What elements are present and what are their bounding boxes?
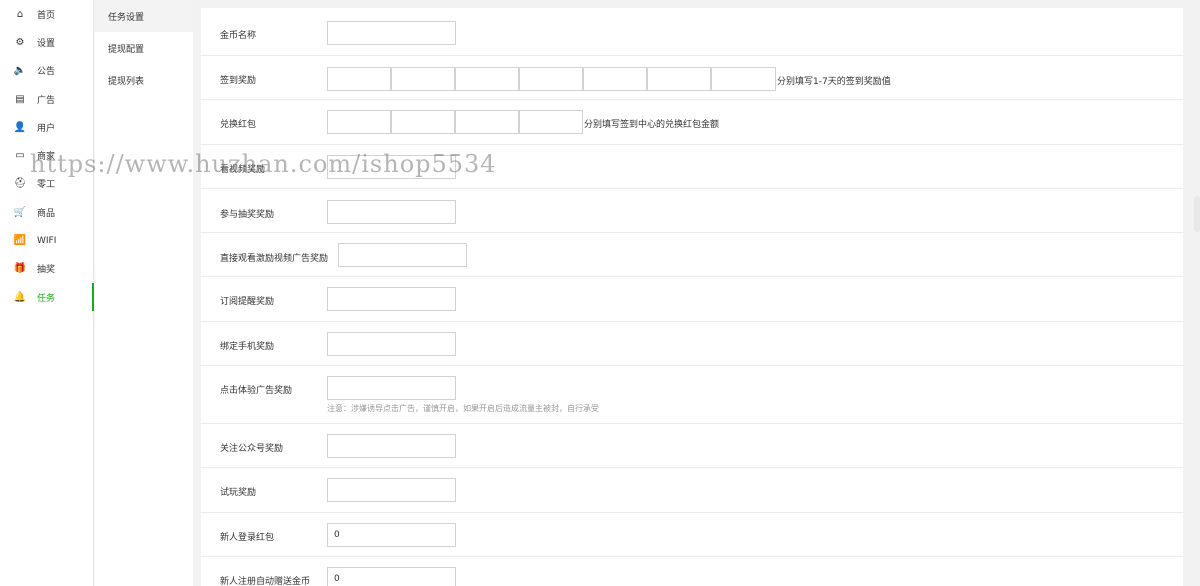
- store-icon: ▭: [15, 150, 25, 162]
- gear-icon: ⚙: [15, 36, 25, 48]
- redpack-1-input[interactable]: [327, 110, 391, 134]
- form-row-coin-name: 金币名称: [201, 8, 1183, 56]
- bind-phone-reward-input[interactable]: [327, 332, 456, 356]
- speaker-icon: 🔈: [13, 65, 27, 77]
- subnav-withdraw-list[interactable]: 提现列表: [95, 64, 193, 96]
- redpack-3-input[interactable]: [455, 110, 519, 134]
- form-row-lottery: 参与抽奖奖励: [201, 189, 1183, 233]
- new-register-coins-label: 新人注册自动赠送金币: [220, 577, 311, 586]
- trial-reward-input[interactable]: [327, 478, 456, 502]
- sidebar-item-home[interactable]: ⌂ 首页: [0, 0, 93, 28]
- coin-name-label: 金币名称: [220, 31, 257, 41]
- sidebar-item-ads[interactable]: ▤ 广告: [0, 85, 93, 113]
- form-row-subscribe: 订阅提醒奖励: [201, 277, 1183, 322]
- subnav-withdraw-config[interactable]: 提现配置: [95, 32, 193, 64]
- redpack-4-input[interactable]: [519, 110, 583, 134]
- signin-day2-input[interactable]: [391, 67, 455, 91]
- sidebar-item-label: WIFI: [37, 235, 57, 246]
- sidebar-item-label: 商品: [37, 208, 56, 219]
- sidebar-item-label: 商家: [37, 152, 56, 163]
- form-row-video-ad: 直接观看激励视频广告奖励: [201, 233, 1183, 277]
- sidebar-item-products[interactable]: 🛒 商品: [0, 198, 93, 226]
- subscribe-reward-label: 订阅提醒奖励: [220, 297, 275, 307]
- follow-mp-reward-label: 关注公众号奖励: [220, 444, 284, 454]
- sidebar-item-lottery[interactable]: 🎁 抽奖: [0, 255, 93, 283]
- sidebar-item-gig[interactable]: ⛑ 零工: [0, 170, 93, 198]
- app: ⌂ 首页 ⚙ 设置 🔈 公告 ▤ 广告 👤 用户 ▭ 商家 ⛑ 零工 🛒 商品 …: [0, 0, 1200, 586]
- click-ad-warning: 注意：涉嫌诱导点击广告，谨慎开启，如果开启后造成流量主被封，自行承受: [327, 404, 599, 413]
- main-sidebar: ⌂ 首页 ⚙ 设置 🔈 公告 ▤ 广告 👤 用户 ▭ 商家 ⛑ 零工 🛒 商品 …: [0, 0, 94, 586]
- signin-day6-input[interactable]: [647, 67, 711, 91]
- new-register-coins-input[interactable]: 0: [327, 567, 456, 586]
- redpack-hint: 分别填写签到中心的兑换红包金额: [584, 120, 720, 130]
- form-row-new-login: 新人登录红包 0: [201, 513, 1183, 557]
- home-icon: ⌂: [16, 8, 24, 20]
- signin-day1-input[interactable]: [327, 67, 391, 91]
- sidebar-item-label: 公告: [37, 67, 56, 78]
- sub-sidebar: 任务设置 提现配置 提现列表: [95, 0, 193, 586]
- sidebar-item-wifi[interactable]: 📶 WIFI: [0, 226, 93, 254]
- form-row-bind-phone: 绑定手机奖励: [201, 322, 1183, 366]
- sidebar-item-merchants[interactable]: ▭ 商家: [0, 141, 93, 169]
- task-settings-form: 金币名称 签到奖励 分别填写1-7天的签到奖励值 兑换红包 分别填写签到中心的兑…: [201, 8, 1183, 586]
- sidebar-item-label: 零工: [37, 180, 56, 191]
- worker-icon: ⛑: [13, 178, 27, 190]
- form-row-trial: 试玩奖励: [201, 468, 1183, 513]
- coin-name-input[interactable]: [327, 21, 456, 45]
- trial-reward-label: 试玩奖励: [220, 488, 257, 498]
- video-reward-label: 看视频奖励: [220, 165, 266, 175]
- subnav-task-settings[interactable]: 任务设置: [95, 0, 193, 32]
- user-icon: 👤: [13, 121, 27, 133]
- signin-day4-input[interactable]: [519, 67, 583, 91]
- lottery-reward-input[interactable]: [327, 200, 456, 224]
- subscribe-reward-input[interactable]: [327, 287, 456, 311]
- sidebar-item-label: 用户: [37, 123, 56, 134]
- sidebar-item-label: 首页: [37, 10, 56, 21]
- form-row-video: 看视频奖励: [201, 145, 1183, 189]
- cart-icon: 🛒: [13, 206, 27, 218]
- sidebar-item-users[interactable]: 👤 用户: [0, 113, 93, 141]
- document-icon: ▤: [15, 93, 25, 105]
- bind-phone-reward-label: 绑定手机奖励: [220, 342, 275, 352]
- signin-day5-input[interactable]: [583, 67, 647, 91]
- signin-label: 签到奖励: [220, 76, 257, 86]
- new-login-redpack-input[interactable]: 0: [327, 523, 456, 547]
- redpack-2-input[interactable]: [391, 110, 455, 134]
- bell-icon: 🔔: [13, 291, 27, 303]
- form-row-signin: 签到奖励 分别填写1-7天的签到奖励值: [201, 56, 1183, 100]
- click-ad-reward-input[interactable]: [327, 376, 456, 400]
- sidebar-item-notice[interactable]: 🔈 公告: [0, 57, 93, 85]
- signin-hint: 分别填写1-7天的签到奖励值: [777, 77, 891, 87]
- video-reward-input[interactable]: [327, 155, 456, 179]
- sidebar-item-settings[interactable]: ⚙ 设置: [0, 28, 93, 56]
- form-row-follow-mp: 关注公众号奖励: [201, 424, 1183, 468]
- signin-day7-input[interactable]: [711, 67, 776, 91]
- sidebar-item-label: 广告: [37, 95, 56, 106]
- sidebar-item-label: 抽奖: [37, 265, 56, 276]
- video-ad-reward-input[interactable]: [338, 243, 467, 267]
- lottery-reward-label: 参与抽奖奖励: [220, 210, 275, 220]
- form-row-redpack: 兑换红包 分别填写签到中心的兑换红包金额: [201, 100, 1183, 145]
- sidebar-item-label: 任务: [37, 293, 56, 304]
- follow-mp-reward-input[interactable]: [327, 434, 456, 458]
- wifi-icon: 📶: [13, 235, 27, 247]
- new-login-redpack-label: 新人登录红包: [220, 533, 275, 543]
- scrollbar[interactable]: [1194, 196, 1200, 232]
- gift-icon: 🎁: [13, 263, 27, 275]
- click-ad-reward-label: 点击体验广告奖励: [220, 386, 293, 396]
- redpack-label: 兑换红包: [220, 120, 257, 130]
- form-row-click-ad: 点击体验广告奖励 注意：涉嫌诱导点击广告，谨慎开启，如果开启后造成流量主被封，自…: [201, 366, 1183, 424]
- sidebar-item-label: 设置: [37, 38, 56, 49]
- form-row-new-register: 新人注册自动赠送金币 0: [201, 557, 1183, 586]
- video-ad-reward-label: 直接观看激励视频广告奖励: [220, 254, 329, 264]
- sidebar-item-tasks[interactable]: 🔔 任务: [0, 282, 94, 312]
- signin-day3-input[interactable]: [455, 67, 519, 91]
